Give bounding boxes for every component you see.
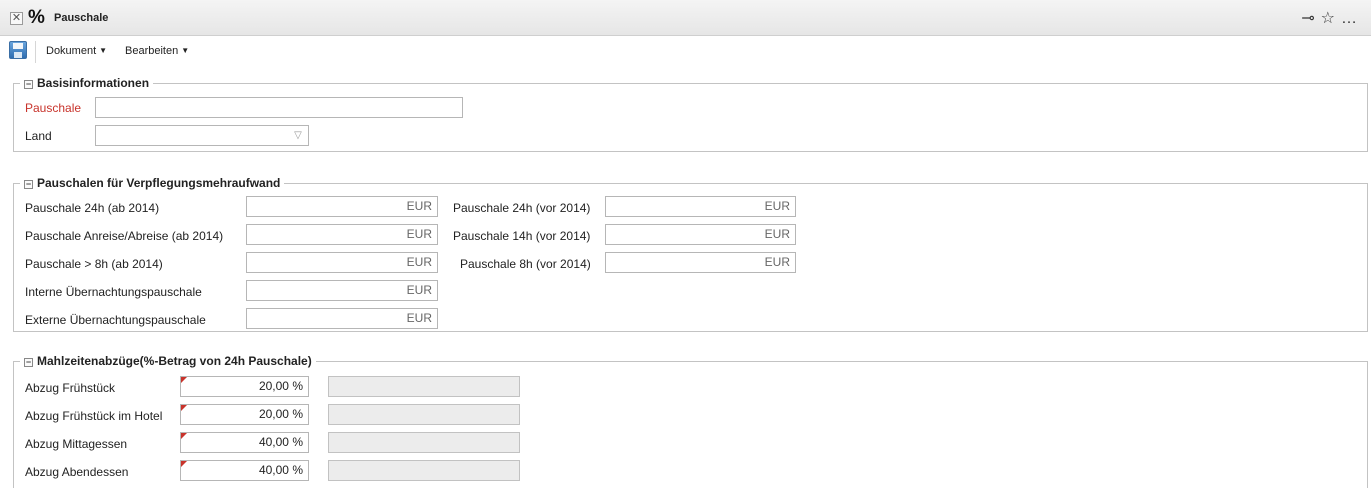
land-label: Land	[25, 129, 52, 143]
abzug-fruehstueck-hotel-input[interactable]: 20,00 %	[180, 404, 309, 425]
unit: EUR	[406, 199, 432, 213]
value: 20,00 %	[258, 407, 303, 421]
abzug-fruehstueck-hotel-amount	[328, 404, 520, 425]
pauschale-anreise-input[interactable]: EUR	[246, 224, 438, 245]
close-icon[interactable]: ✕	[10, 12, 23, 25]
collapse-icon[interactable]: −	[24, 180, 33, 189]
section-legend[interactable]: − Mahlzeitenabzüge(%-Betrag von 24h Pausc…	[20, 354, 316, 368]
land-select[interactable]: ▽	[95, 125, 309, 146]
chevron-down-icon: ▼	[181, 46, 190, 55]
pauschale-label: Pauschale	[25, 101, 82, 115]
combo-arrow-icon[interactable]: ▽	[291, 129, 305, 143]
unit: EUR	[764, 255, 790, 269]
abzug-fruehstueck-label: Abzug Frühstück	[25, 381, 116, 395]
unit: EUR	[406, 311, 432, 325]
pauschale-24h-ab2014-input[interactable]: EUR	[246, 196, 438, 217]
changed-flag-icon	[181, 461, 187, 467]
changed-flag-icon	[181, 405, 187, 411]
changed-flag-icon	[181, 433, 187, 439]
key-icon[interactable]: ⊸	[1301, 8, 1316, 28]
abzug-abendessen-label: Abzug Abendessen	[25, 465, 129, 479]
more-icon[interactable]: …	[1341, 10, 1359, 28]
section-legend[interactable]: − Basisinformationen	[20, 76, 153, 90]
value: 40,00 %	[258, 435, 303, 449]
abzug-abendessen-amount	[328, 460, 520, 481]
abzug-abendessen-input[interactable]: 40,00 %	[180, 460, 309, 481]
menu-dokument[interactable]: Dokument ▼	[46, 45, 107, 57]
percent-icon: %	[28, 7, 45, 28]
collapse-icon[interactable]: −	[24, 358, 33, 367]
abzug-mittagessen-input[interactable]: 40,00 %	[180, 432, 309, 453]
menu-dokument-label: Dokument	[46, 45, 97, 57]
pauschale-24h-ab2014-label: Pauschale 24h (ab 2014)	[25, 201, 160, 215]
abzug-fruehstueck-amount	[328, 376, 520, 397]
externe-uebernachtung-label: Externe Übernachtungspauschale	[25, 313, 206, 327]
interne-uebernachtung-input[interactable]: EUR	[246, 280, 438, 301]
abzug-mittagessen-amount	[328, 432, 520, 453]
abzug-fruehstueck-input[interactable]: 20,00 %	[180, 376, 309, 397]
section-title: Basisinformationen	[37, 76, 150, 90]
save-icon[interactable]	[9, 41, 27, 59]
pauschale-anreise-label: Pauschale Anreise/Abreise (ab 2014)	[25, 229, 224, 243]
pauschale-14h-vor2014-label: Pauschale 14h (vor 2014)	[453, 229, 591, 243]
menu-separator	[35, 41, 36, 63]
collapse-icon[interactable]: −	[24, 80, 33, 89]
section-legend[interactable]: − Pauschalen für Verpflegungsmehraufwand	[20, 176, 284, 190]
title-actions: ⊸ ☆…	[1297, 8, 1359, 28]
pauschale-14h-vor2014-input[interactable]: EUR	[605, 224, 796, 245]
interne-uebernachtung-label: Interne Übernachtungspauschale	[25, 285, 202, 299]
menu-bar: Dokument ▼ Bearbeiten ▼	[0, 37, 1371, 67]
section-title: Pauschalen für Verpflegungsmehraufwand	[37, 176, 281, 190]
changed-flag-icon	[181, 377, 187, 383]
title-bar: ✕ % Pauschale ⊸ ☆…	[0, 0, 1371, 36]
unit: EUR	[406, 283, 432, 297]
chevron-down-icon: ▼	[99, 46, 108, 55]
pauschale-24h-vor2014-input[interactable]: EUR	[605, 196, 796, 217]
externe-uebernachtung-input[interactable]: EUR	[246, 308, 438, 329]
pauschale-8h-vor2014-label: Pauschale 8h (vor 2014)	[460, 257, 591, 271]
unit: EUR	[406, 255, 432, 269]
abzug-fruehstueck-hotel-label: Abzug Frühstück im Hotel	[25, 409, 163, 423]
pauschale-8h-ab2014-label: Pauschale > 8h (ab 2014)	[25, 257, 163, 271]
pauschale-input[interactable]	[95, 97, 463, 118]
value: 40,00 %	[258, 463, 303, 477]
star-icon[interactable]: ☆	[1321, 8, 1337, 28]
section-title: Mahlzeitenabzüge(%-Betrag von 24h Pausch…	[37, 354, 312, 368]
unit: EUR	[764, 199, 790, 213]
value: 20,00 %	[258, 379, 303, 393]
window-title: Pauschale	[54, 12, 109, 24]
menu-bearbeiten[interactable]: Bearbeiten ▼	[125, 45, 189, 57]
abzug-mittagessen-label: Abzug Mittagessen	[25, 437, 128, 451]
unit: EUR	[764, 227, 790, 241]
menu-bearbeiten-label: Bearbeiten	[125, 45, 179, 57]
pauschale-8h-vor2014-input[interactable]: EUR	[605, 252, 796, 273]
pauschale-24h-vor2014-label: Pauschale 24h (vor 2014)	[453, 201, 591, 215]
pauschale-8h-ab2014-input[interactable]: EUR	[246, 252, 438, 273]
unit: EUR	[406, 227, 432, 241]
